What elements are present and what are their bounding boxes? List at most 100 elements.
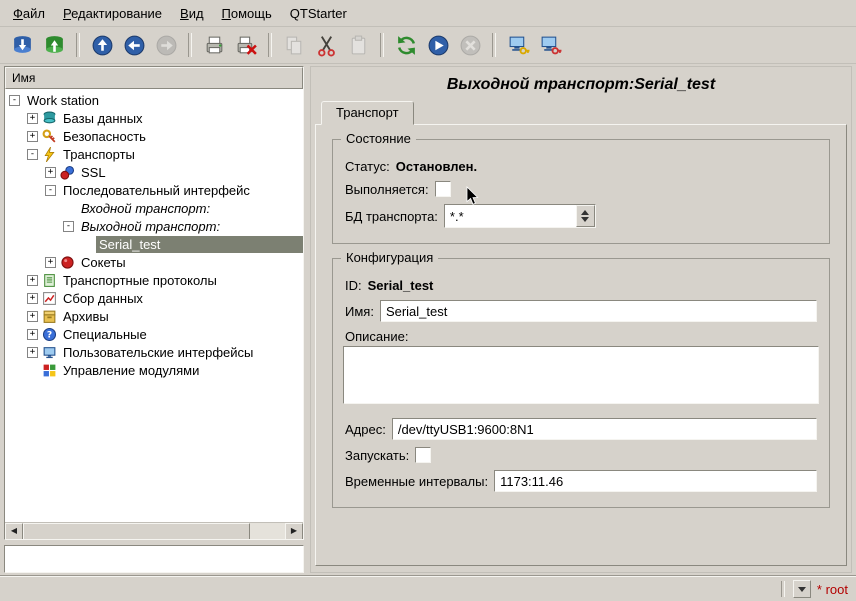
load-from-db-button[interactable] xyxy=(7,30,37,60)
tree-item-sockets[interactable]: + Сокеты xyxy=(5,253,303,271)
navigation-panel: Имя - Work station + Базы данных + Безоп… xyxy=(4,66,304,573)
ssl-icon xyxy=(60,165,75,180)
statusbar-separator xyxy=(781,581,785,597)
expander-icon[interactable]: - xyxy=(63,221,74,232)
expander-icon[interactable]: + xyxy=(27,293,38,304)
expander-icon[interactable]: + xyxy=(27,113,38,124)
user-dropdown-button[interactable] xyxy=(793,580,811,598)
tree-item-label: Последовательный интерфейс xyxy=(60,182,253,199)
tree-item-security[interactable]: + Безопасность xyxy=(5,127,303,145)
cut-button[interactable] xyxy=(311,30,341,60)
name-label: Имя: xyxy=(345,304,374,319)
menu-view[interactable]: Вид xyxy=(171,3,213,24)
tree-item-label: Сбор данных xyxy=(60,290,146,307)
scrollbar-track[interactable] xyxy=(23,523,285,539)
expander-icon[interactable]: + xyxy=(45,257,56,268)
tree-item-ssl[interactable]: + SSL xyxy=(5,163,303,181)
address-input[interactable] xyxy=(392,418,817,440)
transport-db-value: *.* xyxy=(445,209,576,224)
running-checkbox[interactable] xyxy=(435,181,451,197)
save-to-db-button[interactable] xyxy=(39,30,69,60)
refresh-button[interactable] xyxy=(391,30,421,60)
expander-icon[interactable]: + xyxy=(27,131,38,142)
item-remove-icon xyxy=(235,34,258,57)
tree-item-input-transport[interactable]: Входной транспорт: xyxy=(5,199,303,217)
tree-item-label: Базы данных xyxy=(60,110,146,127)
autostart-row: Запускать: xyxy=(345,447,817,463)
tab-pane: Состояние Статус: Остановлен. Выполняетс… xyxy=(315,124,847,566)
tree-item-output-transport[interactable]: - Выходной транспорт: xyxy=(5,217,303,235)
expander-icon[interactable]: - xyxy=(27,149,38,160)
current-user-label: * root xyxy=(817,582,848,597)
paste-button[interactable] xyxy=(343,30,373,60)
name-input[interactable] xyxy=(380,300,817,322)
remote-disconnect-button[interactable] xyxy=(535,30,565,60)
tree-item-special[interactable]: + ? Специальные xyxy=(5,325,303,343)
forward-button[interactable] xyxy=(151,30,181,60)
tree-item-protocols[interactable]: + Транспортные протоколы xyxy=(5,271,303,289)
tree-item-archives[interactable]: + Архивы xyxy=(5,307,303,325)
menu-file[interactable]: Файл xyxy=(4,3,54,24)
menu-help[interactable]: Помощь xyxy=(213,3,281,24)
intervals-input[interactable] xyxy=(494,470,817,492)
item-remove-button[interactable] xyxy=(231,30,261,60)
main-area: Имя - Work station + Базы данных + Безоп… xyxy=(0,62,856,577)
expander-icon[interactable]: + xyxy=(27,347,38,358)
expander-icon[interactable]: + xyxy=(27,329,38,340)
tree-widget: Имя - Work station + Базы данных + Безоп… xyxy=(4,66,304,540)
transport-db-label: БД транспорта: xyxy=(345,209,438,224)
toolbar-separator xyxy=(492,33,496,57)
back-button[interactable] xyxy=(119,30,149,60)
tree-item-user-interfaces[interactable]: + Пользовательские интерфейсы xyxy=(5,343,303,361)
scroll-left-button[interactable]: ◀ xyxy=(5,523,23,540)
tree-item-transports[interactable]: - Транспорты xyxy=(5,145,303,163)
tree-item-label: Work station xyxy=(24,92,102,109)
transport-db-combobox[interactable]: *.* xyxy=(444,204,596,228)
copy-button[interactable] xyxy=(279,30,309,60)
databases-icon xyxy=(42,111,57,126)
copy-icon xyxy=(283,34,306,57)
tree-item-label: SSL xyxy=(78,164,109,181)
tree-item-work-station[interactable]: - Work station xyxy=(5,91,303,109)
running-label: Выполняется: xyxy=(345,182,429,197)
expander-icon[interactable]: - xyxy=(9,95,20,106)
menu-qtstarter[interactable]: QTStarter xyxy=(281,3,356,24)
horizontal-scrollbar[interactable]: ◀ ▶ xyxy=(5,522,303,539)
description-label: Описание: xyxy=(345,329,817,344)
up-level-button[interactable] xyxy=(87,30,117,60)
transport-db-row: БД транспорта: *.* xyxy=(345,204,817,228)
scroll-right-button[interactable]: ▶ xyxy=(285,523,303,540)
tree-item-label: Выходной транспорт: xyxy=(78,218,223,235)
tree-item-label: Входной транспорт: xyxy=(78,200,213,217)
refresh-icon xyxy=(395,34,418,57)
tree-item-data-acquisition[interactable]: + Сбор данных xyxy=(5,289,303,307)
expander-icon[interactable]: + xyxy=(27,275,38,286)
expander-icon[interactable]: - xyxy=(45,185,56,196)
autostart-label: Запускать: xyxy=(345,448,409,463)
expander-icon[interactable]: + xyxy=(45,167,56,178)
autostart-checkbox[interactable] xyxy=(415,447,431,463)
start-button[interactable] xyxy=(423,30,453,60)
tree-item-databases[interactable]: + Базы данных xyxy=(5,109,303,127)
tree-filter-input[interactable] xyxy=(4,545,304,573)
config-group-title: Конфигурация xyxy=(341,250,438,265)
tree-item-serial-interface[interactable]: - Последовательный интерфейс xyxy=(5,181,303,199)
tab-bar: Транспорт xyxy=(315,101,847,124)
status-label: Статус: xyxy=(345,159,390,174)
toolbar-separator xyxy=(76,33,80,57)
protocols-icon xyxy=(42,273,57,288)
tree-item-serial-test[interactable]: Serial_test xyxy=(5,235,303,253)
tree-item-module-management[interactable]: Управление модулями xyxy=(5,361,303,379)
tab-transport[interactable]: Транспорт xyxy=(321,101,414,125)
description-textarea[interactable] xyxy=(343,346,819,404)
item-add-button[interactable] xyxy=(199,30,229,60)
menu-edit[interactable]: Редактирование xyxy=(54,3,171,24)
stop-button[interactable] xyxy=(455,30,485,60)
tree-item-label: Транспортные протоколы xyxy=(60,272,220,289)
combo-spin-buttons[interactable] xyxy=(576,205,595,227)
scrollbar-thumb[interactable] xyxy=(23,523,250,540)
toolbar-separator xyxy=(268,33,272,57)
tree-item-label: Транспорты xyxy=(60,146,138,163)
remote-connect-button[interactable] xyxy=(503,30,533,60)
expander-icon[interactable]: + xyxy=(27,311,38,322)
